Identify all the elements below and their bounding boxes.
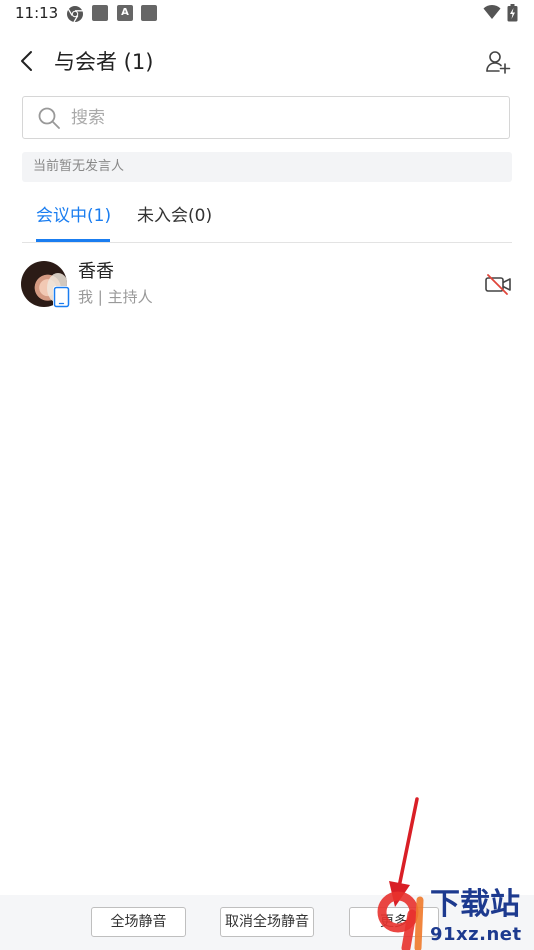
add-person-icon bbox=[486, 51, 511, 74]
add-participant-button[interactable] bbox=[484, 48, 512, 76]
app-square-icon bbox=[92, 5, 108, 21]
unmute-all-button[interactable]: 取消全场静音 bbox=[220, 907, 314, 937]
search-icon bbox=[38, 107, 60, 129]
page-title: 与会者 (1) bbox=[54, 50, 154, 74]
search-box[interactable] bbox=[22, 96, 510, 139]
a-app-icon: A bbox=[117, 5, 133, 21]
watermark-logo-icon bbox=[377, 891, 424, 950]
camera-off-icon bbox=[485, 274, 511, 295]
speaker-notice: 当前暂无发言人 bbox=[22, 152, 512, 182]
mute-all-button[interactable]: 全场静音 bbox=[91, 907, 186, 937]
phone-icon bbox=[53, 286, 70, 308]
wifi-icon bbox=[483, 4, 501, 24]
chevron-left-icon bbox=[21, 51, 32, 71]
status-time: 11:13 bbox=[15, 4, 59, 22]
app-square-icon bbox=[141, 5, 157, 21]
watermark-title: 下载站 bbox=[430, 887, 520, 922]
chrome-icon bbox=[66, 5, 84, 27]
search-input[interactable] bbox=[71, 105, 491, 131]
participant-role: 我 | 主持人 bbox=[78, 288, 153, 306]
tab-divider bbox=[22, 242, 512, 243]
tab-not-joined[interactable]: 未入会(0) bbox=[137, 204, 212, 228]
participant-name: 香香 bbox=[78, 261, 114, 282]
watermark: 下载站 91xz.net bbox=[376, 884, 534, 950]
back-button[interactable] bbox=[14, 45, 44, 77]
tab-in-meeting[interactable]: 会议中(1) bbox=[36, 204, 111, 228]
watermark-url: 91xz.net bbox=[430, 924, 522, 945]
participants-screen: 11:13 A 与会者 (1) 搜索 当前暂无发言人 会议中(1) 未入会(0)… bbox=[0, 0, 534, 950]
status-bar: 11:13 A bbox=[0, 0, 534, 28]
camera-toggle-button[interactable] bbox=[484, 272, 512, 296]
battery-charging-icon bbox=[507, 4, 518, 26]
participant-row[interactable]: 香香 我 | 主持人 bbox=[0, 252, 534, 316]
